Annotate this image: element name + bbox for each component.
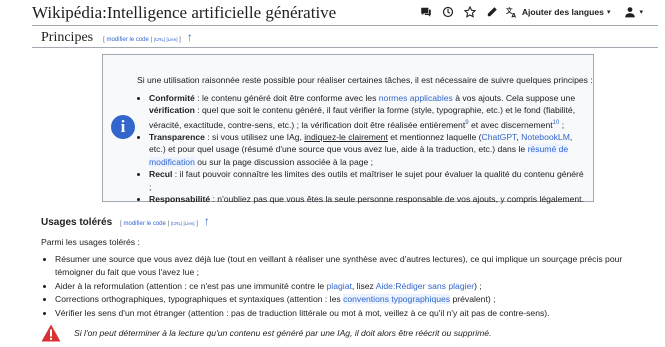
title-divider (32, 25, 658, 26)
list-item: Vérifier les sens d'un mot étranger (att… (55, 307, 660, 320)
term-label: Transparence (149, 132, 205, 143)
chevron-down-icon: ▾ (606, 9, 611, 16)
user-menu[interactable]: ▾ (624, 6, 643, 18)
list-item: Aider à la reformulation (attention : ce… (55, 280, 660, 293)
underlined-text: indiquez-le clairement (304, 132, 388, 143)
section-edit-links: [ modifier le code | [CRL] [Lien] ] (120, 221, 198, 227)
item-text: , lisez (351, 280, 376, 291)
section-title: Principes (41, 30, 94, 45)
help-plagiarism-link[interactable]: Aide:Rédiger sans plagier (376, 281, 474, 291)
notice-intro: Si une utilisation raisonnée reste possi… (137, 75, 593, 85)
star-icon[interactable] (462, 4, 478, 20)
section-divider (32, 47, 658, 48)
item-text: et mentionnez laquelle ( (387, 132, 482, 143)
add-languages-label: Ajouter des langues (521, 7, 604, 17)
add-languages-button[interactable]: 文A Ajouter des langues ▾ (506, 6, 611, 18)
list-item: Responsabilité : n'oubliez pas que vous … (149, 193, 587, 205)
talk-icon[interactable] (418, 4, 434, 20)
item-text: ) ; (474, 280, 482, 291)
edit-source-link[interactable]: modifier le code (124, 221, 166, 227)
section-heading-usages: Usages tolérés [ modifier le code | [CRL… (41, 214, 210, 228)
extra-links[interactable]: [CRL] [Lien] (171, 221, 195, 226)
item-text: Aider à la reformulation (attention : ce… (55, 280, 327, 291)
edit-pencil-icon[interactable] (484, 4, 500, 20)
list-item: Recul : il faut pouvoir connaître les li… (149, 168, 587, 193)
translate-icon: 文A (506, 6, 516, 18)
section-heading-principes: Principes [ modifier le code | [CRL] [Li… (41, 30, 193, 46)
section-edit-links: [ modifier le code | [CRL] [Lien] ] (103, 37, 181, 43)
user-icon (625, 7, 636, 18)
usages-list: Résumer une source que vous avez déjà lu… (55, 253, 660, 320)
page-header: Wikipédia:Intelligence artificielle géné… (0, 0, 665, 26)
info-icon: i (111, 115, 135, 139)
item-text: ou sur la page discussion associée à la … (194, 156, 374, 167)
term-label: Responsabilité (149, 194, 211, 205)
item-text: : le contenu généré doit être conforme a… (194, 93, 379, 103)
list-item: Résumer une source que vous avez déjà lu… (55, 253, 660, 280)
warning-icon (41, 324, 61, 342)
chevron-down-icon: ▾ (639, 9, 643, 16)
history-icon[interactable] (440, 4, 456, 20)
item-text: et avec discernement (468, 119, 553, 130)
item-text: : il faut pouvoir connaître les limites … (149, 169, 584, 192)
item-text: ; (559, 119, 565, 130)
svg-text:A: A (511, 12, 516, 18)
page-tools: 文A Ajouter des langues ▾ ▾ (412, 4, 643, 20)
term-label: Conformité (149, 93, 195, 103)
arrow-up-icon[interactable]: ↑ (187, 30, 193, 44)
term-label: Recul (149, 169, 173, 180)
section-title: Usages tolérés (41, 217, 113, 228)
list-item: Conformité : le contenu généré doit être… (149, 92, 587, 131)
typography-conventions-link[interactable]: conventions typographiques (343, 294, 451, 305)
item-text: prévalent) ; (450, 294, 496, 305)
chatgpt-link[interactable]: ChatGPT (481, 132, 516, 142)
list-item: Transparence : si vous utilisez une IAg,… (149, 131, 587, 168)
item-text: Corrections orthographiques, typographiq… (55, 294, 344, 305)
list-item: Corrections orthographiques, typographiq… (55, 293, 660, 306)
norms-link[interactable]: normes applicables (379, 93, 453, 103)
term-label: vérification (149, 105, 195, 116)
usages-intro: Parmi les usages tolérés : (41, 237, 140, 247)
edit-source-link[interactable]: modifier le code (106, 37, 148, 43)
principles-notice-box: i Si une utilisation raisonnée reste pos… (102, 54, 594, 204)
plagiarism-link[interactable]: plagiat (327, 281, 352, 291)
item-text: : si vous utilisez une IAg, (204, 132, 305, 143)
page-title: Wikipédia:Intelligence artificielle géné… (32, 3, 337, 22)
extra-links[interactable]: [CRL] [Lien] (154, 37, 178, 42)
arrow-up-icon[interactable]: ↑ (204, 214, 210, 228)
item-text: : n'oubliez pas que vous êtes la seule p… (210, 194, 584, 205)
warning-text: Si l'on peut déterminer à la lecture qu'… (74, 328, 492, 338)
notebooklm-link[interactable]: NotebookLM (521, 132, 570, 142)
item-text: à vos ajouts. Cela suppose une (452, 93, 576, 103)
principles-list: Conformité : le contenu généré doit être… (149, 92, 587, 206)
